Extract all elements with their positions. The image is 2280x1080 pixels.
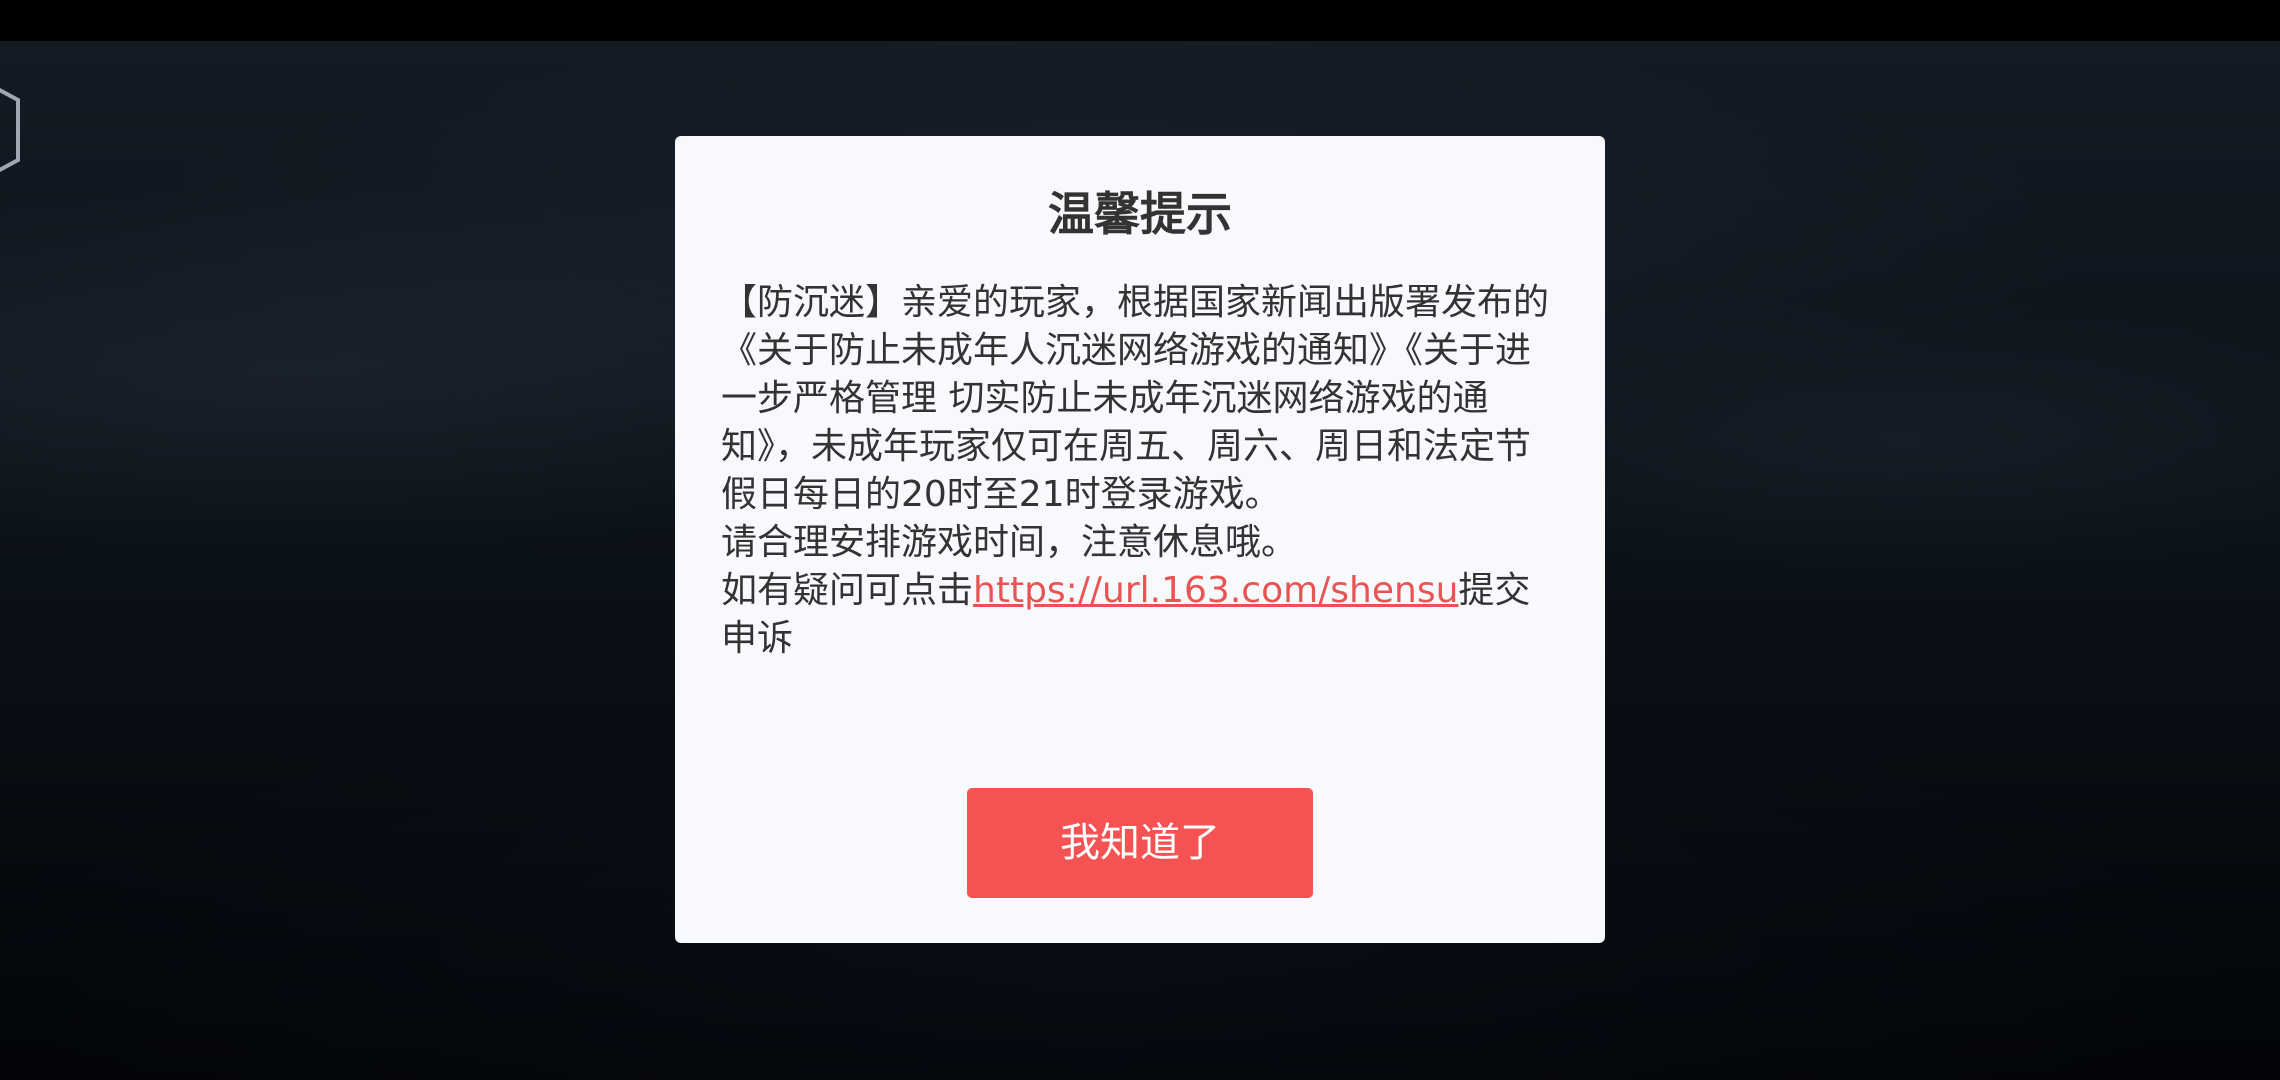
anti-addiction-notice: 【防沉迷】亲爱的玩家，根据国家新闻出版署发布的《关于防止未成年人沉迷网络游戏的通… bbox=[721, 282, 1550, 515]
appeal-line: 如有疑问可点击https://url.163.com/shensu提交申诉 bbox=[721, 567, 1561, 663]
rest-advice: 请合理安排游戏时间，注意休息哦。 bbox=[721, 522, 1298, 563]
hexagon-icon[interactable] bbox=[0, 70, 22, 190]
confirm-button[interactable]: 我知道了 bbox=[967, 788, 1313, 898]
appeal-link[interactable]: https://url.163.com/shensu bbox=[973, 570, 1458, 611]
appeal-prefix: 如有疑问可点击 bbox=[721, 570, 974, 611]
status-bar-area bbox=[0, 0, 2280, 41]
dialog-title: 温馨提示 bbox=[1048, 187, 1232, 241]
game-screen: 温馨提示 【防沉迷】亲爱的玩家，根据国家新闻出版署发布的《关于防止未成年人沉迷网… bbox=[0, 0, 2280, 1080]
anti-addiction-dialog: 温馨提示 【防沉迷】亲爱的玩家，根据国家新闻出版署发布的《关于防止未成年人沉迷网… bbox=[675, 136, 1605, 943]
dialog-message: 【防沉迷】亲爱的玩家，根据国家新闻出版署发布的《关于防止未成年人沉迷网络游戏的通… bbox=[721, 279, 1561, 663]
